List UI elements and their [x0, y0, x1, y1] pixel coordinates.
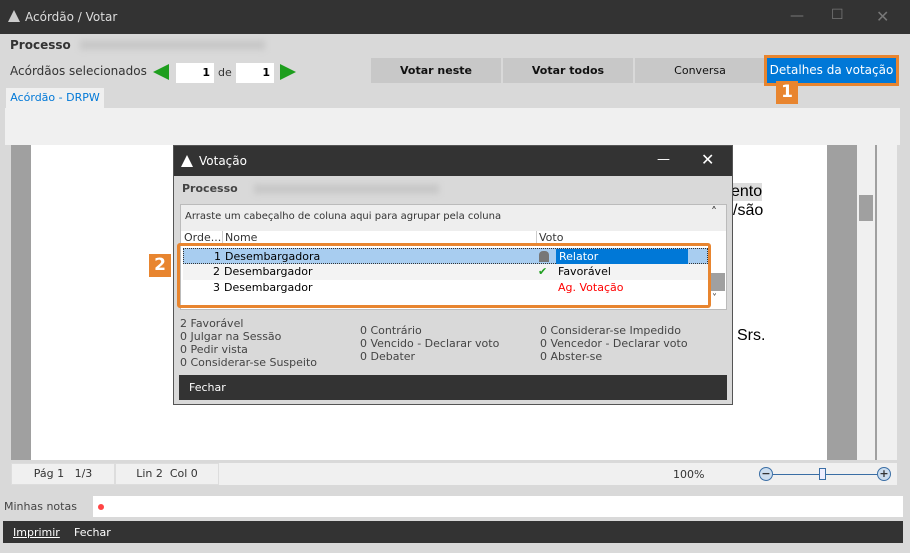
- dialog-processo-label: Processo: [182, 182, 238, 195]
- close-button-bottom[interactable]: Fechar: [74, 526, 111, 539]
- grid-scroll-thumb[interactable]: [711, 273, 725, 291]
- zoom-slider-thumb[interactable]: [819, 468, 826, 480]
- processo-label: Processo: [10, 38, 71, 52]
- dialog-title: Votação: [199, 154, 247, 168]
- title-bar: Acórdão / Votar — ☐ ✕: [0, 0, 910, 34]
- zoom-out-icon[interactable]: −: [759, 467, 773, 481]
- notes-label: Minhas notas: [4, 500, 77, 513]
- current-input[interactable]: 1: [176, 63, 214, 83]
- dialog-minimize-button[interactable]: —: [657, 152, 670, 167]
- app-logo-icon: [181, 155, 193, 167]
- de-label: de: [218, 66, 232, 79]
- doc-text: /são: [733, 202, 764, 219]
- close-button[interactable]: ✕: [876, 7, 889, 26]
- prev-arrow-icon[interactable]: [153, 64, 169, 80]
- page-status: Pág 1 1/3: [11, 463, 115, 485]
- total-input[interactable]: 1: [236, 63, 274, 83]
- scroll-down-icon[interactable]: ˅: [712, 293, 717, 304]
- maximize-button[interactable]: ☐: [831, 7, 844, 23]
- next-arrow-icon[interactable]: [280, 64, 296, 80]
- doc-scrollbar[interactable]: [857, 145, 875, 460]
- doc-text: ento: [731, 183, 763, 201]
- zoom-in-icon[interactable]: +: [877, 467, 891, 481]
- dialog-close-button[interactable]: ✕: [701, 150, 714, 169]
- summary-col-1: 2 Favorável 0 Julgar na Sessão 0 Pedir vis…: [180, 317, 317, 369]
- tab-acordao-drpw[interactable]: Acórdão - DRPW: [6, 88, 104, 108]
- notes-input[interactable]: [93, 496, 903, 517]
- editor-toolbar: [5, 108, 900, 145]
- status-bar: Pág 1 1/3 Lin 2 Col 0 100% − +: [11, 463, 897, 485]
- note-marker-icon: [98, 504, 104, 510]
- processo-value: [80, 40, 265, 50]
- votacao-dialog: Votação — ✕ Processo Arraste um cabeçalh…: [149, 145, 733, 405]
- doc-text: Srs.: [737, 327, 766, 344]
- group-panel: Arraste um cabeçalho de coluna aqui para…: [181, 205, 726, 231]
- page-scrollbar[interactable]: [877, 145, 897, 460]
- annotation-1: 1: [776, 81, 798, 104]
- dialog-fechar-button[interactable]: Fechar: [189, 381, 226, 394]
- dialog-processo-value: [254, 184, 439, 194]
- selecionados-label: Acórdãos selecionados: [10, 64, 147, 78]
- zoom-value: 100%: [673, 468, 705, 481]
- votar-neste-button[interactable]: Votar neste: [371, 58, 501, 83]
- conversa-button[interactable]: Conversa: [635, 58, 765, 83]
- dialog-footer: Fechar: [179, 375, 727, 400]
- cursor-status: Lin 2 Col 0: [115, 463, 219, 485]
- scroll-thumb[interactable]: [859, 195, 873, 221]
- minimize-button[interactable]: —: [790, 8, 804, 24]
- bottom-bar: Imprimir Fechar: [3, 521, 903, 543]
- print-button[interactable]: Imprimir: [13, 526, 60, 539]
- app-logo-icon: [8, 10, 20, 22]
- annotation-2: 2: [149, 254, 171, 277]
- summary-col-3: 0 Considerar-se Impedido 0 Vencedor - Dec…: [540, 324, 688, 363]
- collapse-icon[interactable]: ˄: [711, 205, 717, 219]
- dialog-title-bar: Votação — ✕: [174, 146, 732, 176]
- detalhes-votacao-button[interactable]: Detalhes da votação: [764, 55, 899, 86]
- highlight-box: [177, 243, 711, 308]
- window-title: Acórdão / Votar: [25, 10, 118, 24]
- votar-todos-button[interactable]: Votar todos: [503, 58, 633, 83]
- summary-col-2: 0 Contrário 0 Vencido - Declarar voto 0 De…: [360, 324, 500, 363]
